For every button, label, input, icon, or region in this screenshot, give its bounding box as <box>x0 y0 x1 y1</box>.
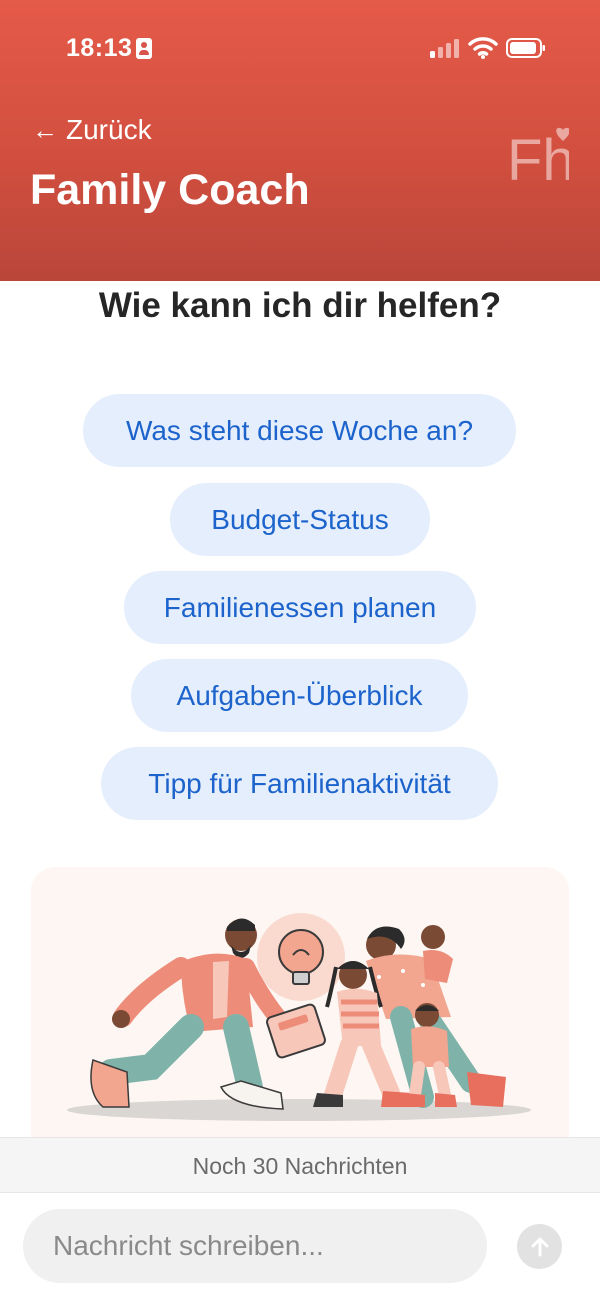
back-button[interactable]: ← Zurück <box>32 114 152 146</box>
app-logo: Fh <box>507 127 569 186</box>
remaining-messages: Noch 30 Nachrichten <box>0 1137 600 1193</box>
message-input[interactable] <box>23 1209 487 1283</box>
app-header: 18:13 ← Zurück Family Coach Fh <box>0 0 600 281</box>
suggestion-chip-budget[interactable]: Budget-Status <box>170 483 430 556</box>
page-title: Family Coach <box>30 166 310 214</box>
suggestion-chip-week[interactable]: Was steht diese Woche an? <box>83 394 516 467</box>
cellular-signal-icon <box>430 38 462 58</box>
status-bar: 18:13 <box>0 0 600 96</box>
suggestion-chip-activity[interactable]: Tipp für Familienaktivität <box>101 747 498 820</box>
status-time: 18:13 <box>66 34 133 62</box>
message-composer <box>0 1193 600 1298</box>
battery-icon <box>506 38 545 58</box>
help-heading: Wie kann ich dir helfen? <box>98 286 502 325</box>
arrow-left-icon: ← <box>32 114 58 145</box>
send-button[interactable] <box>517 1224 562 1269</box>
suggestion-chip-tasks[interactable]: Aufgaben-Überblick <box>131 659 468 732</box>
sim-card-icon <box>136 38 152 59</box>
suggestion-chip-meal[interactable]: Familienessen planen <box>124 571 476 644</box>
family-illustration <box>31 867 569 1167</box>
back-label: Zurück <box>66 114 152 145</box>
wifi-icon <box>468 37 498 59</box>
arrow-up-icon <box>531 1237 548 1256</box>
